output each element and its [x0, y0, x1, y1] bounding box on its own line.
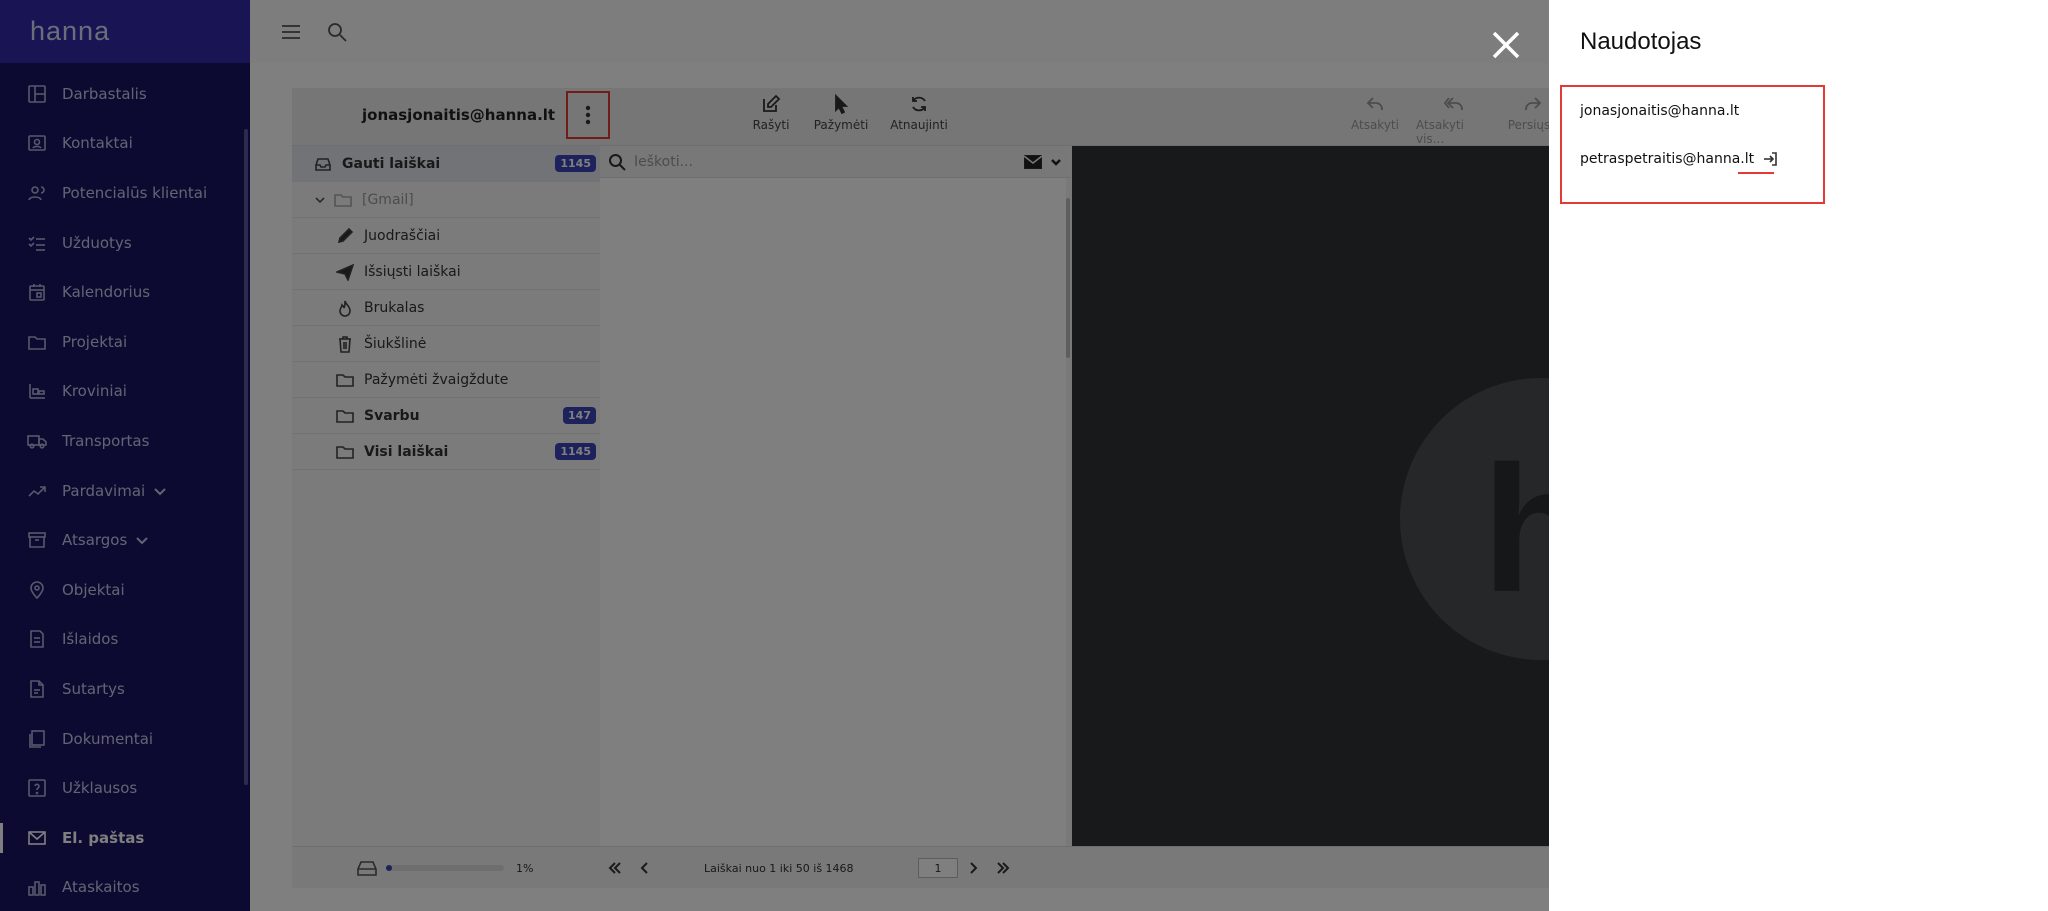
user-panel: Naudotojas jonasjonaitis@hanna.lt petras… — [1549, 0, 2048, 911]
close-icon — [1492, 31, 1520, 59]
close-panel-button[interactable] — [1489, 28, 1523, 62]
login-icon[interactable] — [1762, 151, 1778, 167]
modal-backdrop[interactable] — [0, 0, 1549, 911]
login-underline — [1738, 172, 1774, 174]
account-item-current[interactable]: jonasjonaitis@hanna.lt — [1580, 103, 1739, 119]
account-email: petraspetraitis@hanna.lt — [1580, 151, 1755, 167]
account-list: jonasjonaitis@hanna.lt petraspetraitis@h… — [1560, 85, 1825, 204]
account-item-switch[interactable]: petraspetraitis@hanna.lt — [1580, 151, 1778, 167]
panel-title: Naudotojas — [1580, 28, 1702, 55]
